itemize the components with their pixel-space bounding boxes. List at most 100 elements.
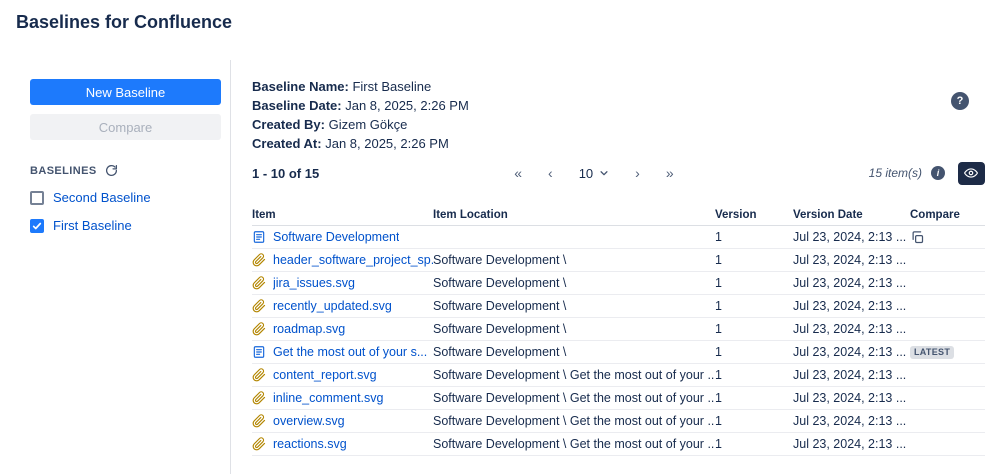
item-version-date: Jul 23, 2024, 2:13 ...	[793, 414, 910, 428]
item-version: 1	[715, 391, 793, 405]
item-location: Software Development \	[433, 253, 715, 267]
column-item-location: Item Location	[433, 209, 715, 221]
page-size-select[interactable]: 10	[579, 166, 609, 181]
table-row: inline_comment.svg Software Development …	[252, 387, 985, 410]
baseline-row-first[interactable]: First Baseline	[30, 218, 221, 233]
pagination: « ‹ 10 › »	[514, 166, 673, 181]
item-cell: Software Development	[252, 230, 433, 244]
item-cell: jira_issues.svg	[252, 276, 433, 290]
attachment-icon	[252, 253, 266, 267]
item-version: 1	[715, 414, 793, 428]
item-link[interactable]: Get the most out of your s...	[273, 345, 427, 359]
item-version: 1	[715, 230, 793, 244]
prev-page-button[interactable]: ‹	[548, 166, 553, 180]
created-by-label: Created By:	[252, 117, 325, 132]
baseline-row-second[interactable]: Second Baseline	[30, 190, 221, 205]
attachment-icon	[252, 299, 266, 313]
item-version-date: Jul 23, 2024, 2:13 ...	[793, 391, 910, 405]
created-at-label: Created At:	[252, 136, 322, 151]
item-cell: header_software_project_sp...	[252, 253, 433, 267]
item-link[interactable]: inline_comment.svg	[273, 391, 383, 405]
created-by-line: Created By: Gizem Gökçe	[252, 118, 985, 131]
item-location: Software Development \ Get the most out …	[433, 391, 715, 405]
item-link[interactable]: overview.svg	[273, 414, 345, 428]
attachment-icon	[252, 391, 266, 405]
info-icon[interactable]: i	[931, 166, 945, 180]
table-row: Get the most out of your s... Software D…	[252, 341, 985, 364]
table-row: reactions.svg Software Development \ Get…	[252, 433, 985, 456]
baselines-section-label: BASELINES	[30, 165, 97, 177]
vertical-divider	[230, 60, 231, 474]
range-text: 1 - 10 of 15	[252, 166, 319, 181]
attachment-icon	[252, 437, 266, 451]
item-cell: roadmap.svg	[252, 322, 433, 336]
checkbox-first-baseline[interactable]	[30, 219, 44, 233]
new-baseline-button[interactable]: New Baseline	[30, 79, 221, 105]
page-title: Baselines for Confluence	[16, 12, 232, 33]
table-header: Item Item Location Version Version Date …	[252, 204, 985, 226]
table-row: header_software_project_sp... Software D…	[252, 249, 985, 272]
compare-button[interactable]: Compare	[30, 114, 221, 140]
toolbar: 1 - 10 of 15 « ‹ 10 › » 15 item(s) i	[252, 160, 985, 186]
created-at-line: Created At: Jan 8, 2025, 2:26 PM	[252, 137, 985, 150]
attachment-icon	[252, 322, 266, 336]
item-link[interactable]: recently_updated.svg	[273, 299, 392, 313]
table-row: roadmap.svg Software Development \ 1 Jul…	[252, 318, 985, 341]
baseline-name-label: Baseline Name:	[252, 79, 349, 94]
page-icon	[252, 345, 266, 359]
table-row: Software Development 1 Jul 23, 2024, 2:1…	[252, 226, 985, 249]
next-page-button[interactable]: ›	[635, 166, 640, 180]
table-body: Software Development 1 Jul 23, 2024, 2:1…	[252, 226, 985, 456]
item-version: 1	[715, 322, 793, 336]
table-row: recently_updated.svg Software Developmen…	[252, 295, 985, 318]
item-cell: recently_updated.svg	[252, 299, 433, 313]
item-version: 1	[715, 299, 793, 313]
copy-icon[interactable]	[910, 230, 925, 245]
baseline-date-label: Baseline Date:	[252, 98, 342, 113]
item-location: Software Development \ Get the most out …	[433, 414, 715, 428]
item-location: Software Development \ Get the most out …	[433, 437, 715, 451]
eye-toggle-button[interactable]	[958, 162, 985, 185]
table-row: content_report.svg Software Development …	[252, 364, 985, 387]
baseline-date-line: Baseline Date: Jan 8, 2025, 2:26 PM	[252, 99, 985, 112]
item-link[interactable]: jira_issues.svg	[273, 276, 355, 290]
column-version-date: Version Date	[793, 209, 910, 221]
table-row: jira_issues.svg Software Development \ 1…	[252, 272, 985, 295]
baseline-date-value: Jan 8, 2025, 2:26 PM	[345, 98, 469, 113]
attachment-icon	[252, 368, 266, 382]
item-location: Software Development \	[433, 276, 715, 290]
page-icon	[252, 230, 266, 244]
items-table: Item Item Location Version Version Date …	[252, 204, 985, 456]
main-panel: Baseline Name: First Baseline Baseline D…	[252, 80, 985, 456]
baseline-link-second[interactable]: Second Baseline	[53, 190, 151, 205]
page-size-value: 10	[579, 166, 593, 181]
latest-badge: LATEST	[910, 346, 954, 359]
last-page-button[interactable]: »	[666, 166, 674, 180]
item-link[interactable]: Software Development	[273, 230, 399, 244]
items-count: 15 item(s)	[869, 166, 922, 180]
item-location: Software Development \ Get the most out …	[433, 368, 715, 382]
table-row: overview.svg Software Development \ Get …	[252, 410, 985, 433]
item-version-date: Jul 23, 2024, 2:13 ...	[793, 299, 910, 313]
column-compare: Compare	[910, 209, 985, 221]
first-page-button[interactable]: «	[514, 166, 522, 180]
created-by-value: Gizem Gökçe	[329, 117, 408, 132]
item-version-date: Jul 23, 2024, 2:13 ...	[793, 345, 910, 359]
eye-icon	[964, 166, 978, 180]
item-link[interactable]: reactions.svg	[273, 437, 347, 451]
item-version-date: Jul 23, 2024, 2:13 ...	[793, 437, 910, 451]
refresh-icon[interactable]	[105, 164, 118, 177]
checkbox-second-baseline[interactable]	[30, 191, 44, 205]
attachment-icon	[252, 414, 266, 428]
item-link[interactable]: roadmap.svg	[273, 322, 345, 336]
item-version-date: Jul 23, 2024, 2:13 ...	[793, 322, 910, 336]
sidebar: New Baseline Compare BASELINES Second Ba…	[30, 79, 221, 233]
baseline-link-first[interactable]: First Baseline	[53, 218, 132, 233]
item-link[interactable]: content_report.svg	[273, 368, 377, 382]
item-link[interactable]: header_software_project_sp...	[273, 253, 433, 267]
item-version-date: Jul 23, 2024, 2:13 ...	[793, 276, 910, 290]
compare-cell	[910, 230, 985, 245]
item-cell: Get the most out of your s...	[252, 345, 433, 359]
toolbar-right: 15 item(s) i	[869, 162, 985, 185]
item-location: Software Development \	[433, 299, 715, 313]
